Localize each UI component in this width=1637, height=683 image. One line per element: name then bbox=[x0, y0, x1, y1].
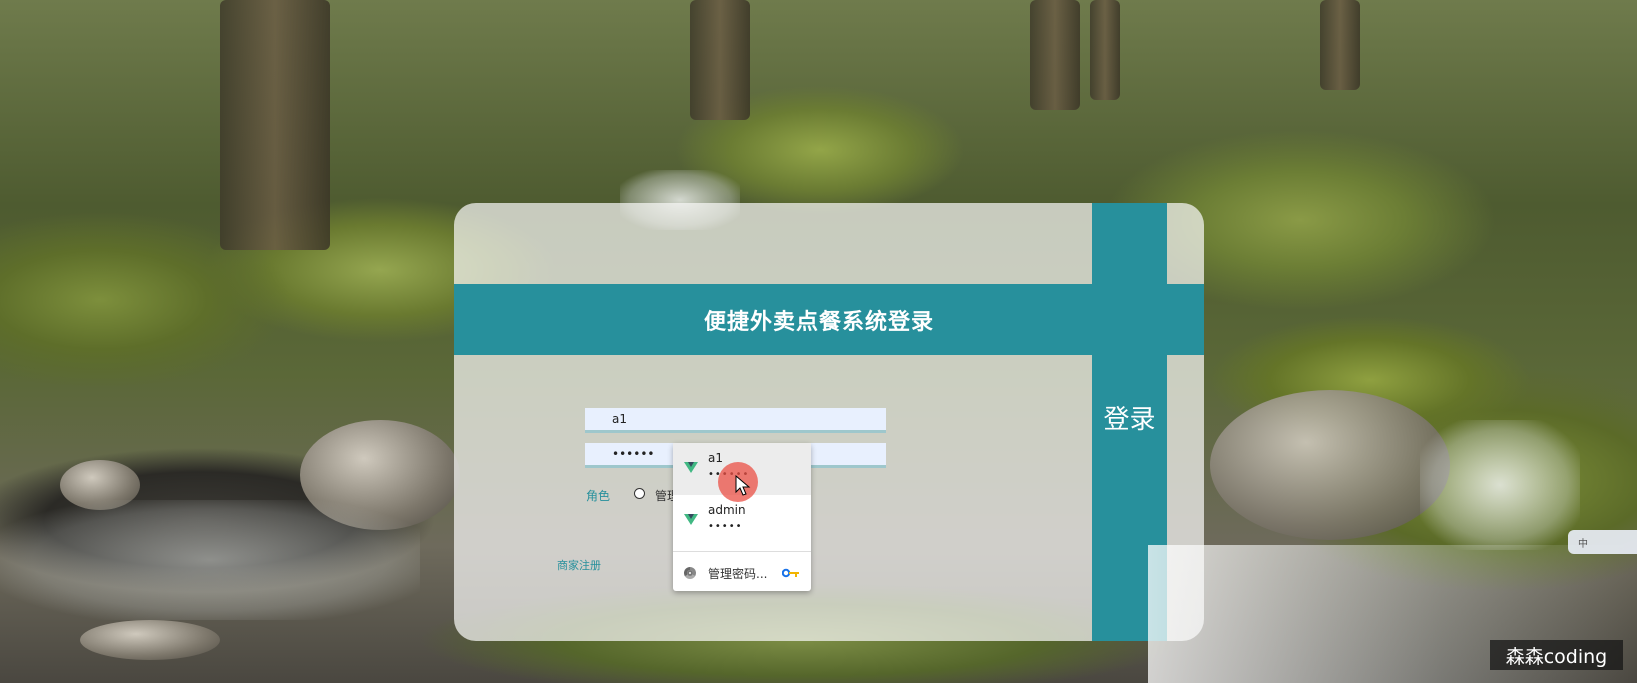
watermark: 森森coding bbox=[1490, 640, 1623, 670]
username-field[interactable]: a1 bbox=[585, 408, 886, 433]
merchant-register-link[interactable]: 商家注册 bbox=[557, 557, 601, 573]
autofill-password: ••••• bbox=[708, 521, 743, 532]
autofill-username: a1 bbox=[708, 451, 723, 465]
password-value: •••••• bbox=[612, 447, 655, 461]
tree-trunk bbox=[1320, 0, 1360, 90]
tree-trunk bbox=[1090, 0, 1120, 100]
ime-indicator[interactable]: 中 bbox=[1568, 530, 1637, 554]
rock bbox=[80, 620, 220, 660]
waterfall-mist bbox=[1420, 420, 1580, 550]
role-radio-admin[interactable] bbox=[634, 488, 645, 499]
tree-trunk bbox=[1030, 0, 1080, 110]
vue-icon bbox=[684, 514, 698, 525]
tree-trunk bbox=[220, 0, 330, 250]
stream-mist bbox=[0, 500, 420, 620]
vue-icon bbox=[684, 462, 698, 473]
popup-divider bbox=[673, 551, 811, 552]
key-icon bbox=[782, 568, 799, 578]
autofill-username: admin bbox=[708, 503, 746, 517]
tree-trunk bbox=[690, 0, 750, 120]
username-value: a1 bbox=[612, 412, 627, 426]
role-label: 角色 bbox=[586, 489, 611, 503]
login-button-label[interactable]: 登录 bbox=[1092, 400, 1167, 440]
mouse-cursor-icon bbox=[735, 475, 751, 496]
manage-passwords-link[interactable]: 管理密码... bbox=[708, 565, 767, 582]
chrome-icon bbox=[684, 567, 696, 579]
autofill-item[interactable]: admin ••••• bbox=[673, 495, 811, 547]
rock bbox=[1210, 390, 1450, 540]
